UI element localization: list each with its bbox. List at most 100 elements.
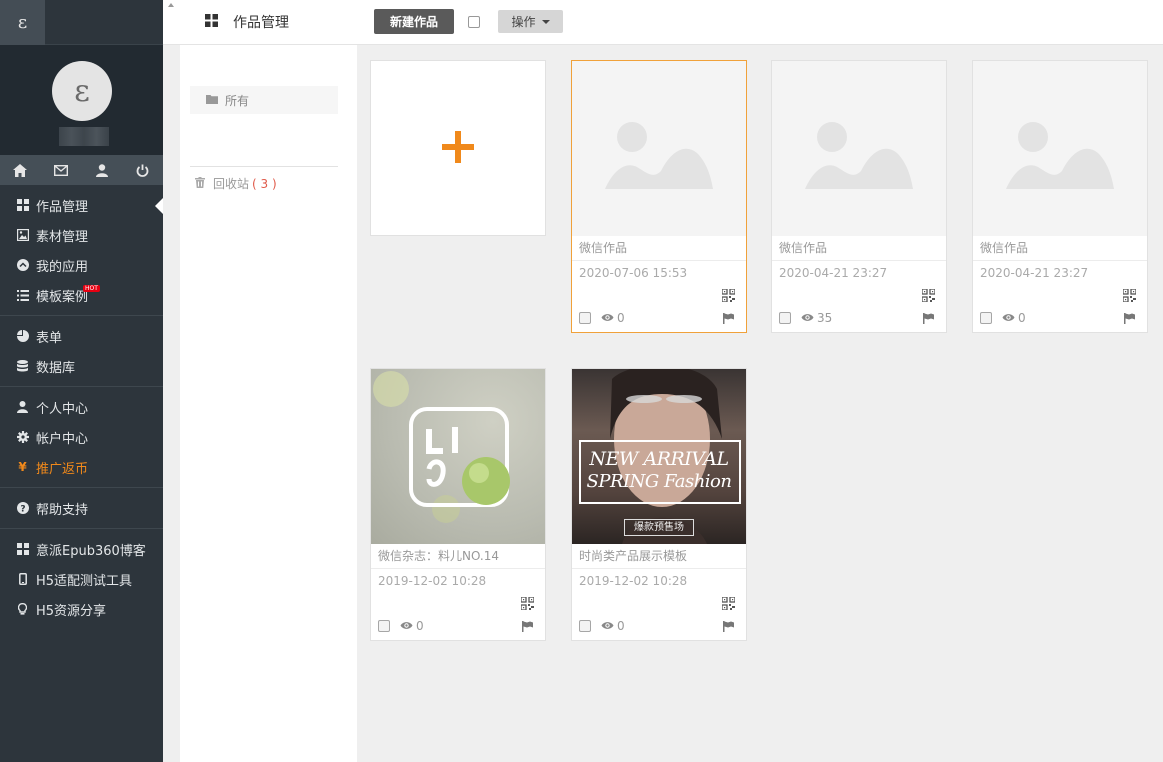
sidebar-item-h5-resources[interactable]: H5资源分享 [0,594,163,624]
quick-actions [0,155,163,185]
eye-icon [400,619,413,633]
divider [0,386,163,387]
work-checkbox[interactable] [579,620,591,632]
trash-count: ( 3 ) [252,176,277,191]
database-icon [16,360,29,373]
user-icon[interactable] [82,155,123,185]
view-count: 0 [601,311,625,325]
view-count-value: 0 [1018,311,1026,325]
sidebar-item-label: 意派Epub360博客 [36,543,146,559]
trash-icon [195,176,205,191]
sidebar-item-label: 表单 [36,330,63,346]
work-checkbox[interactable] [779,312,791,324]
liao-logo-icon [373,371,510,523]
sidebar-item-label: 帮助支持 [36,502,89,518]
grid-icon [16,543,29,556]
home-icon[interactable] [0,155,41,185]
sidebar-item-promotion[interactable]: ¥ 推广返币 [0,452,163,482]
work-card-footer: 0 [973,309,1147,329]
work-checkbox[interactable] [579,312,591,324]
work-thumbnail[interactable] [572,61,746,236]
flag-icon[interactable] [723,313,734,327]
work-name[interactable]: 微信作品 [973,236,1147,261]
avatar[interactable]: ε [52,61,112,121]
sidebar-item-label: 帐户中心 [36,431,89,447]
mail-icon[interactable] [41,155,82,185]
view-count-value: 35 [817,311,833,325]
qr-code-icon[interactable] [520,596,535,611]
sidebar: ε ε 作品管理 素材管理 我的应用 模板案例 HOT 表单 数据库 个人中心 … [0,0,163,762]
sidebar-item-help[interactable]: ? 帮助支持 [0,493,163,523]
trash-folder[interactable]: 回收站 ( 3 ) [195,175,277,192]
work-thumbnail[interactable] [973,61,1147,236]
view-count: 35 [801,311,832,325]
view-count: 0 [601,619,625,633]
sidebar-item-label: 模板案例 [36,289,89,305]
scroll-up-arrow[interactable] [168,3,174,7]
sidebar-item-label: 作品管理 [36,199,89,215]
power-icon[interactable] [122,155,163,185]
new-work-button[interactable]: 新建作品 [374,9,454,34]
sidebar-menu: 作品管理 素材管理 我的应用 模板案例 HOT 表单 数据库 个人中心 帐户中心… [0,185,163,624]
work-card[interactable]: 微信作品 2020-07-06 15:53 0 [571,60,747,333]
app-logo[interactable]: ε [0,0,45,45]
user-icon [16,401,29,414]
sidebar-item-database[interactable]: 数据库 [0,351,163,381]
app-logo-glyph: ε [17,12,28,33]
mobile-icon [16,573,29,586]
folder-all[interactable]: 所有 [190,86,338,114]
lightbulb-icon [16,603,29,616]
work-name[interactable]: 微信作品 [772,236,946,261]
view-count-value: 0 [617,619,625,633]
gear-icon [16,431,29,444]
work-card-footer: 35 [772,309,946,329]
sidebar-item-label: 推广返币 [36,461,89,477]
sidebar-item-works[interactable]: 作品管理 [0,190,163,220]
select-all-checkbox[interactable] [468,16,480,28]
qr-code-icon[interactable] [921,288,936,303]
list-icon [16,289,29,302]
sidebar-item-account-center[interactable]: 帐户中心 [0,422,163,452]
sidebar-item-templates[interactable]: 模板案例 HOT [0,280,163,310]
sidebar-item-forms[interactable]: 表单 [0,321,163,351]
work-card[interactable]: 微信作品 2020-04-21 23:27 35 [771,60,947,333]
work-thumbnail[interactable]: NEW ARRIVAL SPRING Fashion 爆款预售场 [572,369,746,544]
qr-code-icon[interactable] [721,288,736,303]
sidebar-item-materials[interactable]: 素材管理 [0,220,163,250]
question-icon: ? [16,502,29,515]
divider [0,528,163,529]
flag-icon[interactable] [723,621,734,635]
work-checkbox[interactable] [980,312,992,324]
divider [190,166,338,167]
divider [0,487,163,488]
work-thumbnail[interactable] [772,61,946,236]
work-name[interactable]: 微信杂志：料儿NO.14 [371,544,545,569]
sidebar-item-blog[interactable]: 意派Epub360博客 [0,534,163,564]
avatar-glyph: ε [74,73,90,109]
work-card[interactable]: 微信作品 2020-04-21 23:27 0 [972,60,1148,333]
view-count: 0 [400,619,424,633]
flag-icon[interactable] [923,313,934,327]
sidebar-item-h5-test-tool[interactable]: H5适配测试工具 [0,564,163,594]
work-name[interactable]: 微信作品 [572,236,746,261]
work-date: 2020-07-06 15:53 [579,266,688,280]
folder-icon [206,93,218,107]
work-thumbnail[interactable] [371,369,545,544]
work-checkbox[interactable] [378,620,390,632]
eye-icon [801,311,814,325]
sidebar-item-my-apps[interactable]: 我的应用 [0,250,163,280]
sidebar-item-label: 个人中心 [36,401,89,417]
operations-dropdown[interactable]: 操作 [498,10,563,33]
work-card[interactable]: NEW ARRIVAL SPRING Fashion 爆款预售场 时尚类产品展示模板 2… [571,368,747,641]
work-card[interactable]: 微信杂志：料儿NO.14 2019-12-02 10:28 0 [370,368,546,641]
sidebar-item-personal-center[interactable]: 个人中心 [0,392,163,422]
flag-icon[interactable] [522,621,533,635]
image-placeholder-icon [805,122,913,189]
add-work-card[interactable] [370,60,546,236]
view-count: 0 [1002,311,1026,325]
flag-icon[interactable] [1124,313,1135,327]
qr-code-icon[interactable] [721,596,736,611]
svg-text:?: ? [20,505,25,515]
work-name[interactable]: 时尚类产品展示模板 [572,544,746,569]
qr-code-icon[interactable] [1122,288,1137,303]
